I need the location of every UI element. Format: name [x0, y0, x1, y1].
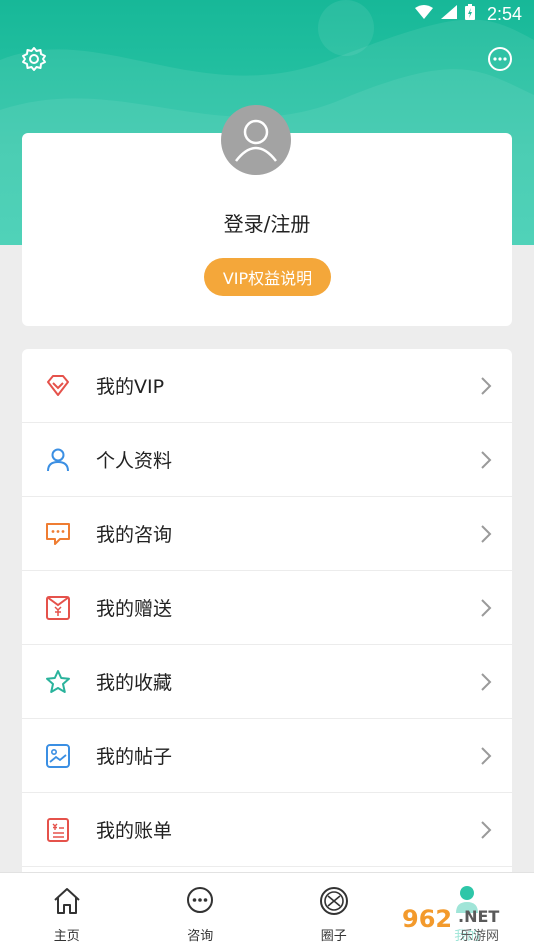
nav-tab-consult[interactable]: 咨询	[134, 873, 268, 950]
wifi-icon	[414, 4, 433, 24]
menu-item-bills[interactable]: 我的账单	[22, 793, 512, 867]
chat-icon	[187, 887, 214, 913]
chevron-right-icon	[480, 672, 492, 692]
menu-item-label: 个人资料	[96, 450, 173, 472]
svg-text:.NET: .NET	[458, 907, 499, 926]
login-register-link[interactable]: 登录/注册	[0, 208, 534, 237]
svg-text:962: 962	[402, 905, 452, 933]
menu-item-profile[interactable]: 个人资料	[22, 423, 512, 497]
menu-item-label: 我的收藏	[96, 672, 173, 694]
menu-item-posts[interactable]: 我的帖子	[22, 719, 512, 793]
bill-icon	[44, 816, 72, 844]
diamond-icon	[44, 372, 72, 400]
chevron-right-icon	[480, 524, 492, 544]
chevron-right-icon	[480, 376, 492, 396]
message-icon[interactable]	[486, 45, 514, 73]
menu-item-label: 我的账单	[96, 820, 173, 842]
menu-list: 我的VIP 个人资料 我的咨询 我的赠送 我的收藏 我的帖子 我的账单	[22, 349, 512, 879]
menu-item-label: 我的咨询	[96, 524, 173, 546]
chat-bubble-icon	[44, 520, 72, 548]
chevron-right-icon	[480, 746, 492, 766]
menu-item-consultation[interactable]: 我的咨询	[22, 497, 512, 571]
status-bar: 2:54	[0, 0, 534, 28]
nav-tab-home[interactable]: 主页	[0, 873, 134, 950]
person-icon	[44, 446, 72, 474]
status-time: 2:54	[486, 3, 522, 24]
signal-icon	[440, 4, 457, 24]
menu-item-gifts[interactable]: 我的赠送	[22, 571, 512, 645]
nav-tab-label: 主页	[53, 929, 80, 944]
home-icon	[54, 888, 80, 914]
chevron-right-icon	[480, 450, 492, 470]
vip-benefits-button[interactable]: VIP权益说明	[204, 258, 331, 296]
menu-item-label: 我的赠送	[96, 598, 173, 620]
nav-tab-label: 咨询	[187, 929, 214, 944]
settings-gear-icon[interactable]	[20, 45, 48, 73]
image-post-icon	[44, 742, 72, 770]
menu-item-label: 我的VIP	[96, 376, 165, 398]
nav-tab-label: 圈子	[320, 929, 347, 944]
star-icon	[44, 668, 72, 696]
svg-text:乐游网: 乐游网	[460, 929, 499, 944]
chevron-right-icon	[480, 598, 492, 618]
nav-tab-circle[interactable]: 圈子	[267, 873, 401, 950]
chevron-right-icon	[480, 820, 492, 840]
battery-icon	[464, 3, 475, 25]
default-avatar-icon	[235, 119, 277, 162]
avatar[interactable]	[221, 105, 291, 175]
menu-item-favorites[interactable]: 我的收藏	[22, 645, 512, 719]
menu-item-label: 我的帖子	[96, 746, 173, 768]
circle-icon	[319, 887, 348, 915]
watermark-logo: 962 .NET 乐游网	[396, 900, 530, 944]
gift-envelope-icon	[44, 594, 72, 622]
menu-item-my-vip[interactable]: 我的VIP	[22, 349, 512, 423]
